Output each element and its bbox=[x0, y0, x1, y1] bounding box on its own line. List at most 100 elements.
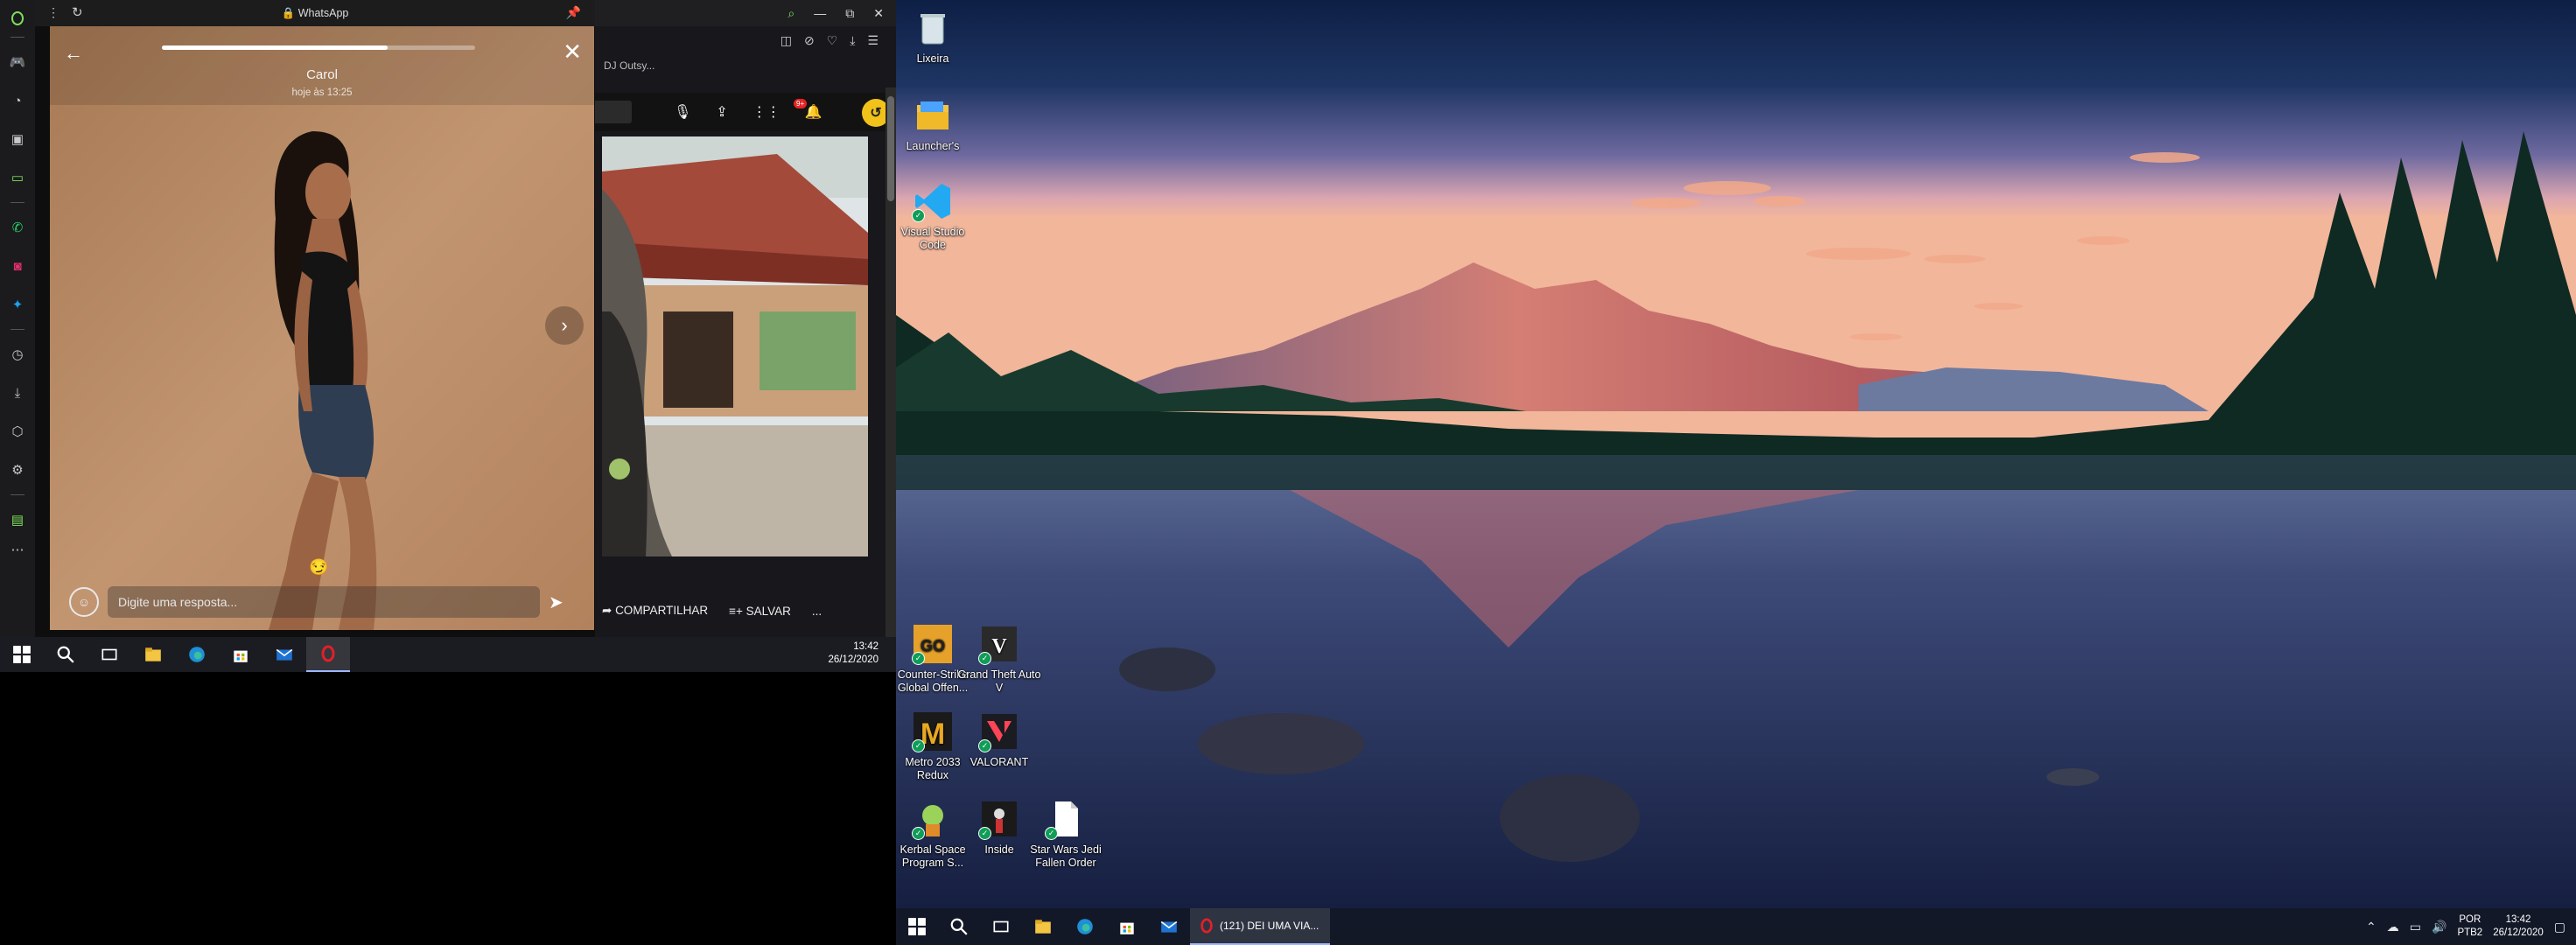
taskbar-left: 13:42 26/12/2020 bbox=[0, 637, 896, 672]
desktop-icon-gta[interactable]: V ✓ Grand Theft Auto V bbox=[956, 623, 1043, 695]
chevron-up-icon[interactable]: ⌃ bbox=[2366, 920, 2376, 934]
metro-icon: M ✓ bbox=[912, 710, 954, 752]
edge-icon[interactable] bbox=[175, 637, 219, 672]
vscode-icon: ✓ bbox=[912, 180, 954, 222]
desktop-icon-vscode[interactable]: ✓ Visual Studio Code bbox=[896, 180, 976, 252]
camera-icon[interactable]: ◫ bbox=[780, 33, 792, 48]
instagram-icon[interactable]: ◙ bbox=[0, 247, 35, 285]
opera-taskbar-button[interactable] bbox=[306, 637, 350, 672]
check-badge-icon: ✓ bbox=[1045, 827, 1058, 840]
send-icon[interactable]: ➤ bbox=[549, 592, 564, 613]
more-button[interactable]: ... bbox=[812, 605, 822, 618]
whatsapp-icon[interactable]: ✆ bbox=[0, 208, 35, 247]
inside-icon: ✓ bbox=[978, 798, 1020, 840]
store-icon[interactable] bbox=[1106, 908, 1148, 945]
emoji-icon[interactable]: ☺ bbox=[69, 587, 99, 617]
desktop-icon-label: Visual Studio Code bbox=[900, 226, 965, 251]
history-icon[interactable]: ◷ bbox=[0, 335, 35, 374]
desktop-icon-label: Inside bbox=[984, 844, 1014, 856]
valorant-icon: ✓ bbox=[978, 710, 1020, 752]
mail-icon[interactable] bbox=[262, 637, 306, 672]
settings-icon[interactable]: ⚙ bbox=[0, 451, 35, 489]
download-icon[interactable]: ⤓ bbox=[850, 33, 855, 48]
store-icon[interactable] bbox=[219, 637, 262, 672]
desktop-icon-label: Star Wars Jedi Fallen Order bbox=[1030, 844, 1102, 869]
page-tab[interactable]: DJ Outsy... bbox=[604, 60, 654, 72]
next-status-button[interactable]: › bbox=[545, 306, 584, 345]
sidebar-divider bbox=[10, 494, 24, 495]
status-caption: 😏 bbox=[309, 558, 329, 576]
status-progress-bar bbox=[162, 46, 475, 50]
download-icon[interactable]: ⤓ bbox=[0, 374, 35, 412]
desktop-icon-launchers[interactable]: Launcher's bbox=[896, 94, 976, 153]
recycle-bin-icon bbox=[912, 7, 954, 49]
search-icon[interactable] bbox=[44, 637, 88, 672]
desktop-icon-label: Grand Theft Auto V bbox=[957, 668, 1041, 694]
restore-icon[interactable]: ⧉ bbox=[845, 6, 854, 21]
minimize-icon[interactable]: — bbox=[814, 6, 826, 20]
left-monitor: 🎮 ◔ ▣ ▭ ✆ ◙ ✦ ◷ ⤓ ⬡ ⚙ ▤ ⋯ ⌕ — ⧉ ✕ ◫ ⊘ ♡ … bbox=[0, 0, 896, 672]
desktop-icon-valorant[interactable]: ✓ VALORANT bbox=[956, 710, 1043, 769]
start-button[interactable] bbox=[896, 908, 938, 945]
edge-icon[interactable] bbox=[1064, 908, 1106, 945]
check-badge-icon: ✓ bbox=[978, 739, 991, 752]
opera-window-title: (121) DEI UMA VIA... bbox=[1220, 920, 1320, 932]
file-explorer-icon[interactable] bbox=[131, 637, 175, 672]
opera-icon bbox=[1200, 918, 1213, 934]
taskbar-clock[interactable]: 13:42 26/12/2020 bbox=[828, 640, 878, 667]
window-controls: ⌕ — ⧉ ✕ bbox=[788, 0, 884, 26]
twitch-icon[interactable]: ▭ bbox=[0, 158, 35, 197]
system-tray: ⌃ ☁ ▭ 🔊 POR PTB2 13:42 26/12/2020 ▢ bbox=[2366, 908, 2576, 945]
shop-icon[interactable]: ▣ bbox=[0, 120, 35, 158]
cloud-icon[interactable]: ☁ bbox=[2387, 920, 2399, 934]
more-icon[interactable]: ⋯ bbox=[0, 539, 35, 560]
desktop-wallpaper bbox=[896, 0, 2576, 945]
save-button[interactable]: ≡+ SALVAR bbox=[729, 605, 791, 618]
cube-icon[interactable]: ⬡ bbox=[0, 412, 35, 451]
share-button[interactable]: ➦ COMPARTILHAR bbox=[602, 604, 708, 618]
scrollbar-thumb[interactable] bbox=[887, 96, 894, 201]
desktop-icon-star-wars[interactable]: ✓ Star Wars Jedi Fallen Order bbox=[1022, 798, 1110, 870]
windows-icon bbox=[908, 918, 926, 935]
mail-icon[interactable] bbox=[1148, 908, 1190, 945]
start-button[interactable] bbox=[0, 637, 44, 672]
twitter-icon[interactable]: ✦ bbox=[0, 285, 35, 324]
status-viewer: ← Carol hoje às 13:25 ✕ › 😏 ☺ ➤ bbox=[50, 26, 594, 630]
close-icon[interactable]: ✕ bbox=[873, 6, 884, 21]
battery-icon[interactable]: ▤ bbox=[0, 500, 35, 539]
taskbar-clock[interactable]: 13:42 26/12/2020 bbox=[2493, 914, 2544, 940]
speedometer-icon[interactable]: ◔ bbox=[0, 81, 35, 120]
upload-icon[interactable]: ⇪ bbox=[716, 103, 727, 121]
notification-center-icon[interactable]: ▢ bbox=[2554, 920, 2566, 934]
network-icon[interactable]: ▭ bbox=[2410, 920, 2421, 934]
apps-icon[interactable]: ⋮⋮ bbox=[752, 103, 780, 121]
kerbal-icon: ✓ bbox=[912, 798, 954, 840]
opera-logo-icon[interactable] bbox=[0, 5, 35, 32]
right-monitor: Lixeira Launcher's ✓ Visual Studio Code … bbox=[896, 0, 2576, 945]
status-photo bbox=[50, 26, 594, 630]
gamepad-icon[interactable]: 🎮 bbox=[0, 43, 35, 81]
reply-input[interactable] bbox=[108, 586, 540, 618]
video-thumbnail[interactable] bbox=[602, 136, 868, 556]
desktop-icon-recycle-bin[interactable]: Lixeira bbox=[896, 7, 976, 66]
language-indicator[interactable]: POR PTB2 bbox=[2457, 914, 2482, 940]
heart-icon[interactable]: ♡ bbox=[827, 33, 838, 48]
close-icon[interactable]: ✕ bbox=[563, 38, 582, 66]
back-arrow-icon[interactable]: ← bbox=[64, 42, 83, 65]
pin-icon[interactable]: 📌 bbox=[566, 5, 581, 20]
bell-icon[interactable]: 🔔 bbox=[805, 103, 822, 121]
task-view-icon[interactable] bbox=[88, 637, 131, 672]
shield-icon[interactable]: ⊘ bbox=[804, 33, 815, 48]
clock-date: 26/12/2020 bbox=[2493, 928, 2544, 938]
task-view-icon[interactable] bbox=[980, 908, 1022, 945]
volume-icon[interactable]: 🔊 bbox=[2432, 920, 2446, 934]
search-icon[interactable] bbox=[938, 908, 980, 945]
opera-taskbar-button[interactable]: (121) DEI UMA VIA... bbox=[1190, 908, 1330, 945]
status-timestamp: hoje às 13:25 bbox=[291, 88, 353, 98]
clock-date: 26/12/2020 bbox=[828, 654, 878, 665]
opera-sidebar: 🎮 ◔ ▣ ▭ ✆ ◙ ✦ ◷ ⤓ ⬡ ⚙ ▤ ⋯ bbox=[0, 0, 35, 642]
search-icon[interactable]: ⌕ bbox=[788, 6, 794, 21]
menu-icon[interactable]: ☰ bbox=[867, 33, 878, 48]
microphone-icon[interactable]: 🎙 bbox=[674, 103, 691, 121]
file-explorer-icon[interactable] bbox=[1022, 908, 1064, 945]
